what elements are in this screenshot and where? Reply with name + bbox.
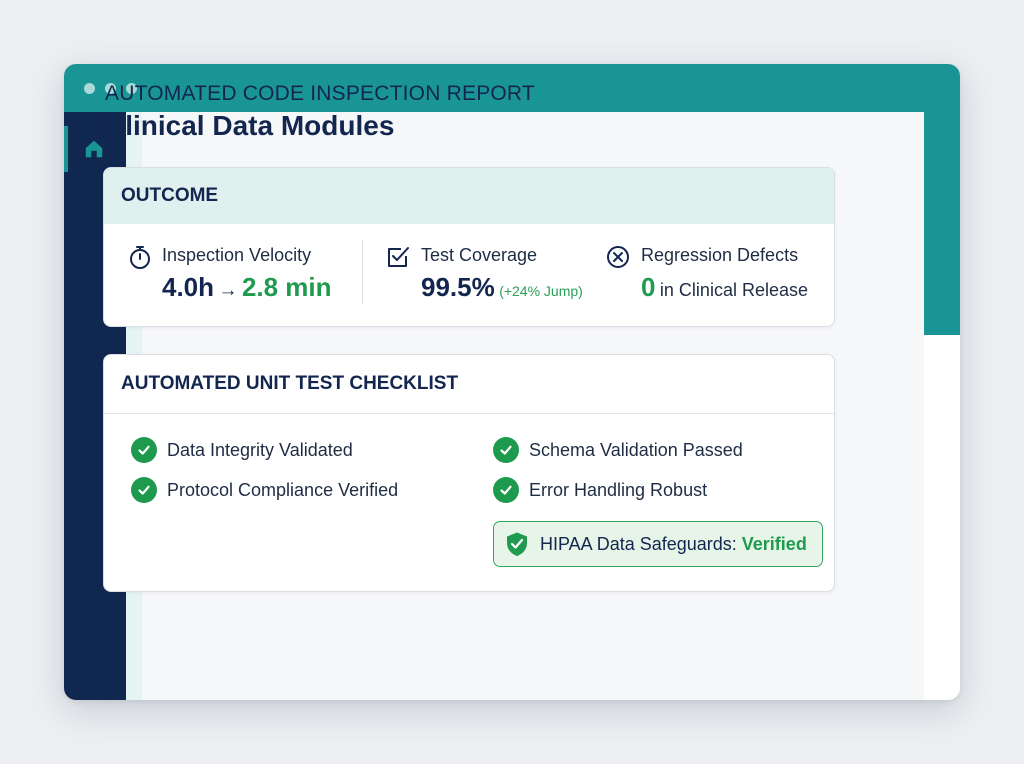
sidebar-active-indicator — [64, 126, 68, 172]
report-label: AUTOMATED CODE INSPECTION REPORT — [105, 82, 535, 105]
metric-divider — [362, 240, 363, 304]
checklist-card: AUTOMATED UNIT TEST CHECKLIST Data Integ… — [103, 354, 835, 592]
checklist-item: Protocol Compliance Verified — [131, 477, 398, 503]
checklist-item-label: Error Handling Robust — [529, 479, 708, 500]
coverage-percent: 99.5% — [421, 272, 495, 302]
outcome-heading: OUTCOME — [104, 168, 834, 224]
defects-count: 0 — [641, 272, 656, 302]
accent-band — [924, 112, 960, 335]
arrow-icon: → — [218, 280, 238, 301]
hipaa-badge[interactable]: HIPAA Data Safeguards: Verified — [493, 521, 823, 567]
checklist-heading: AUTOMATED UNIT TEST CHECKLIST — [104, 355, 834, 414]
checklist-item-label: Protocol Compliance Verified — [167, 479, 399, 500]
checklist-item-label: Schema Validation Passed — [529, 439, 743, 460]
checkbox-icon — [388, 247, 409, 267]
coverage-change: (+24% Jump) — [499, 283, 583, 299]
x-circle-icon — [607, 246, 629, 268]
outcome-card: OUTCOME Inspection Velocity 4.0h → 2.8 m… — [103, 167, 835, 327]
hipaa-label: HIPAA Data Safeguards: — [540, 533, 742, 554]
hipaa-badge-text: HIPAA Data Safeguards: Verified — [540, 534, 807, 555]
shield-check-icon — [507, 532, 527, 556]
window-dot-1[interactable] — [84, 83, 95, 94]
defects-label: Regression Defects — [641, 245, 799, 265]
defects-value: 0 in Clinical Release — [641, 272, 808, 303]
check-circle-icon — [131, 437, 157, 463]
checklist-item-label: Data Integrity Validated — [167, 439, 353, 460]
check-circle-icon — [493, 437, 519, 463]
check-circle-icon — [493, 477, 519, 503]
coverage-label: Test Coverage — [421, 245, 538, 265]
hipaa-status: Verified — [741, 533, 807, 554]
checklist-item: Schema Validation Passed — [493, 437, 743, 463]
defects-context: in Clinical Release — [659, 280, 808, 300]
velocity-value: 4.0h → 2.8 min — [162, 272, 332, 303]
stopwatch-icon — [130, 246, 150, 269]
coverage-value: 99.5% (+24% Jump) — [421, 272, 583, 303]
velocity-before: 4.0h — [162, 272, 215, 302]
page-title: Clinical Data Modules — [105, 110, 395, 141]
velocity-after: 2.8 min — [241, 272, 332, 302]
check-circle-icon — [131, 477, 157, 503]
checklist-item: Data Integrity Validated — [131, 437, 353, 463]
home-icon[interactable] — [83, 138, 105, 160]
velocity-label: Inspection Velocity — [162, 245, 312, 265]
checklist-item: Error Handling Robust — [493, 477, 707, 503]
